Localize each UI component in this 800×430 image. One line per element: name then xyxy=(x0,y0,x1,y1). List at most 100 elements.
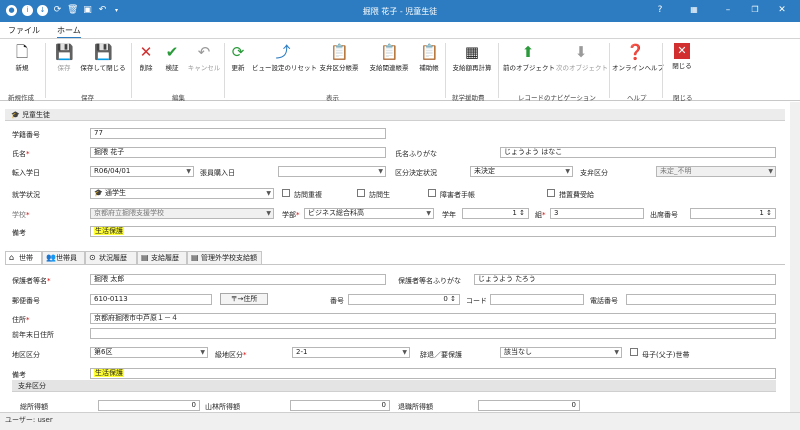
refresh-button[interactable]: ⟳ 更新 xyxy=(227,43,249,72)
address-label: 住所* xyxy=(12,316,30,324)
status-icon: ⊙ xyxy=(89,253,96,262)
mountain-income-field[interactable]: 0 xyxy=(290,400,390,411)
school-field[interactable]: 京都府立掘隈支援学校 ▼ xyxy=(90,208,274,219)
postal-code-field[interactable]: 610-0113 xyxy=(90,294,212,305)
group-school-aid: 就学援助費 xyxy=(452,94,485,102)
decision-status-field[interactable]: 未決定 ▼ xyxy=(470,166,573,177)
attendance-no-stepper[interactable]: 1 ↕ xyxy=(690,208,776,219)
prev-object-button[interactable]: ⬆ 前のオブジェクト xyxy=(503,43,555,72)
tab-payment-history[interactable]: ▤ 支給履歴 xyxy=(137,251,187,264)
district-field[interactable]: 第6区 ▼ xyxy=(90,347,208,358)
chevron-down-icon[interactable]: ▼ xyxy=(200,348,205,357)
name-field[interactable]: 掘隈 花子 xyxy=(90,147,386,158)
student-section-header[interactable]: 🎓 児童生徒 xyxy=(5,109,785,121)
tab-status-history[interactable]: ⊙ 状況履歴 xyxy=(85,251,137,264)
prev-address-field[interactable] xyxy=(90,328,776,339)
layout-icon[interactable]: ▦ xyxy=(684,4,704,16)
restore-icon[interactable]: ❐ xyxy=(745,4,765,16)
calculator-icon: ▦ xyxy=(464,43,480,61)
vertical-scrollbar[interactable] xyxy=(790,102,800,412)
single-parent-checkbox[interactable] xyxy=(630,348,638,356)
name-kana-field[interactable]: じょうよう はなこ xyxy=(500,147,776,158)
stepper-icon[interactable]: ↕ xyxy=(766,209,772,217)
grade-class-field[interactable]: 2-1 ▼ xyxy=(292,347,410,358)
separator xyxy=(662,43,663,98)
support-recalc-button[interactable]: ▦ 支給額再計算 xyxy=(449,43,495,72)
house-no-stepper[interactable]: 0 ↕ xyxy=(348,294,460,305)
special-measure-checkbox[interactable] xyxy=(547,189,555,197)
online-help-button[interactable]: ❓ オンラインヘルプ xyxy=(612,43,664,72)
support-class-label: 支弁区分 xyxy=(580,169,608,177)
minimize-icon[interactable]: – xyxy=(718,4,738,16)
class-field[interactable]: 3 xyxy=(550,208,644,219)
chevron-down-icon[interactable]: ▼ xyxy=(614,348,619,357)
close-window-icon[interactable]: ✕ xyxy=(772,4,792,16)
guardian-kana-label: 保護者等名ふりがな xyxy=(398,277,461,285)
visiting-checkbox[interactable] xyxy=(282,189,290,197)
stepper-icon[interactable]: ↕ xyxy=(519,209,525,217)
menu-bar: ファイル ホーム xyxy=(0,22,800,39)
retirement-income-field[interactable]: 0 xyxy=(478,400,580,411)
stepper-icon[interactable]: ↕ xyxy=(450,295,456,303)
welfare-status-field[interactable]: 該当なし ▼ xyxy=(500,347,622,358)
note-field[interactable]: 生活保護 xyxy=(90,226,776,237)
new-button[interactable]: 🗋 新規 xyxy=(7,43,37,72)
aux-form-button[interactable]: 📋 補助帳 xyxy=(416,43,442,72)
chevron-down-icon[interactable]: ▼ xyxy=(186,167,191,176)
home-visit-checkbox[interactable] xyxy=(357,189,365,197)
cancel-button[interactable]: ↶ キャンセル xyxy=(186,43,222,72)
verify-button[interactable]: ✔ 検証 xyxy=(160,43,184,72)
chevron-down-icon[interactable]: ▼ xyxy=(266,189,271,198)
save-button[interactable]: 💾 保存 xyxy=(50,43,78,72)
phone-field[interactable] xyxy=(626,294,776,305)
disability-book-checkbox[interactable] xyxy=(428,189,436,197)
income-total-label: 総所得額 xyxy=(20,403,48,411)
status-user: ユーザー: user xyxy=(5,416,53,424)
chevron-down-icon[interactable]: ▼ xyxy=(768,167,773,176)
chevron-down-icon[interactable]: ▼ xyxy=(565,167,570,176)
next-object-button[interactable]: ⬇ 次のオブジェクト xyxy=(556,43,608,72)
reset-view-button[interactable]: ⤴ ビュー設定のリセット xyxy=(252,43,317,72)
chevron-down-icon[interactable]: ▼ xyxy=(378,167,383,176)
enrollment-status-field[interactable]: 🎓 通学生 ▼ xyxy=(90,188,274,199)
student-no-field[interactable]: 77 xyxy=(90,128,386,139)
menu-home[interactable]: ホーム xyxy=(57,25,81,39)
support-form-button[interactable]: 📋 支弁区分帳票 xyxy=(316,43,362,72)
table-icon: ▤ xyxy=(141,253,149,262)
disability-book-label: 障害者手帳 xyxy=(440,191,475,199)
transfer-date-field[interactable]: R06/04/01 ▼ xyxy=(90,166,194,177)
tab-outside-school[interactable]: ▤ 管理外学校支給額 xyxy=(187,251,262,264)
guardian-name-field[interactable]: 掘隈 太郎 xyxy=(90,274,386,285)
address-field[interactable]: 京都府掘隈市中芦原１－４ xyxy=(90,313,776,324)
close-button[interactable]: ✕ 閉じる xyxy=(667,43,697,70)
department-field[interactable]: ビジネス総合科高 ▼ xyxy=(304,208,434,219)
delete-button[interactable]: ✕ 削除 xyxy=(134,43,158,72)
household-note-field[interactable]: 生活保護 xyxy=(90,368,776,379)
chevron-down-icon[interactable]: ▼ xyxy=(402,348,407,357)
student-no-label: 学籍番号 xyxy=(12,131,40,139)
support-class-field[interactable]: 未定_不明 ▼ xyxy=(656,166,776,177)
save-close-button[interactable]: 💾 保存して閉じる xyxy=(78,43,128,72)
group-close: 閉じる xyxy=(673,94,693,102)
reset-view-icon: ⤴ xyxy=(275,43,291,61)
enroll-date-field[interactable]: ▼ xyxy=(278,166,386,177)
clipboard-icon: 📋 xyxy=(420,43,439,61)
menu-file[interactable]: ファイル xyxy=(8,25,40,36)
tab-household[interactable]: ⌂ 世帯 xyxy=(5,251,42,265)
help-icon[interactable]: ? xyxy=(650,4,670,16)
guardian-kana-field[interactable]: じょうよう たろう xyxy=(474,274,776,285)
save-icon: 💾 xyxy=(55,43,74,61)
note-label: 備考 xyxy=(12,229,26,237)
support-section-header[interactable]: 支弁区分 xyxy=(12,380,776,392)
support-related-form-button[interactable]: 📋 支給関連帳票 xyxy=(364,43,414,72)
grade-stepper[interactable]: 1 ↕ xyxy=(462,208,529,219)
tab-household-members[interactable]: 👥 世帯員 xyxy=(42,251,85,264)
chevron-down-icon[interactable]: ▼ xyxy=(426,209,431,218)
postal-to-address-button[interactable]: 〒→住所 xyxy=(220,293,268,305)
income-total-field[interactable]: 0 xyxy=(98,400,200,411)
refresh-icon: ⟳ xyxy=(231,43,245,61)
clipboard-icon: 📋 xyxy=(330,43,349,61)
code-field[interactable] xyxy=(490,294,584,305)
visiting-label: 訪問重複 xyxy=(294,191,322,199)
chevron-down-icon[interactable]: ▼ xyxy=(266,209,271,218)
